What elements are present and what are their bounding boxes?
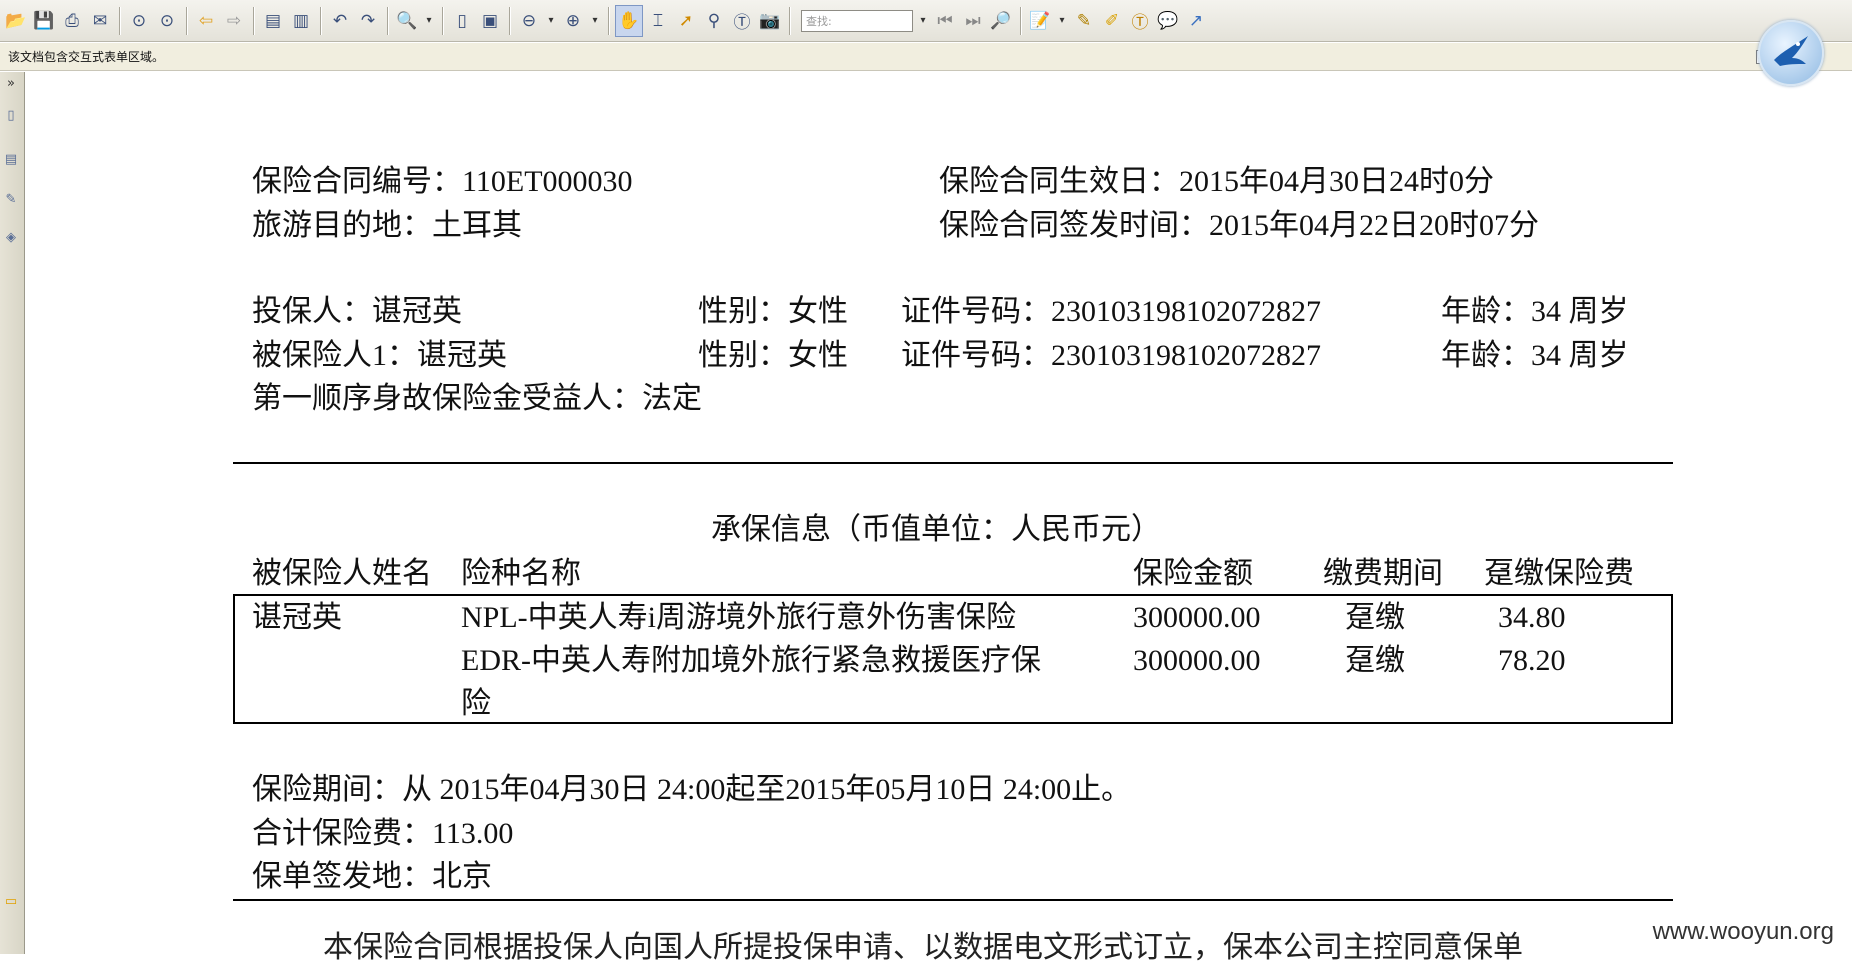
row1-product: NPL-中英人寿i周游境外旅行意外伤害保险 <box>461 601 1016 634</box>
toolbar-separator <box>608 6 609 35</box>
pdf-document-page: 保险合同编号：110ET000030 保险合同生效日：2015年04月30日24… <box>25 72 1852 964</box>
chevron-down-icon[interactable]: ▾ <box>1055 6 1069 36</box>
watermark: www.wooyun.org <box>1648 918 1838 946</box>
navigation-panel-rail: » ▯ ▤ ✎ ◈ ▭ <box>0 72 25 954</box>
zoom-in-icon[interactable]: 🔍 <box>394 6 420 36</box>
terms-paragraph: 本保险合同根据投保人向国人所提投保申请、以数据电文形式订立，保本公司主控同意保单 <box>323 931 1523 964</box>
save-icon[interactable]: 💾 <box>31 6 57 36</box>
next-page-icon[interactable]: ⊙ <box>154 6 180 36</box>
chevron-down-icon[interactable]: ▾ <box>422 6 436 36</box>
search-options-icon[interactable]: 🔎 <box>988 6 1014 36</box>
row1-premium: 34.80 <box>1498 601 1566 634</box>
header-payment-period: 缴费期间 <box>1323 557 1443 590</box>
row1-amount: 300000.00 <box>1133 601 1261 634</box>
bird-logo-icon <box>1758 20 1824 86</box>
prev-page-icon[interactable]: ⊙ <box>126 6 152 36</box>
contract-number: 保险合同编号：110ET000030 <box>252 165 633 198</box>
text-select-icon[interactable]: Ⓣ <box>729 6 755 36</box>
toolbar-separator <box>253 6 254 35</box>
chevron-down-icon[interactable]: ▾ <box>588 6 602 36</box>
divider-line <box>233 462 1673 464</box>
insurance-period: 保险期间：从 2015年04月30日 24:00起至2015年05月10日 24… <box>252 773 1132 806</box>
hand-tool-icon[interactable]: ✋ <box>615 4 643 37</box>
toolbar-separator <box>387 6 388 35</box>
effective-date: 保险合同生效日：2015年04月30日24时0分 <box>939 165 1494 198</box>
highlight-icon[interactable]: ✐ <box>1099 6 1125 36</box>
insured-gender: 性别：女性 <box>698 339 848 372</box>
search-prev-icon[interactable]: ⏮ <box>932 6 958 36</box>
form-info-bar: 该文档包含交互式表单区域。 <box>0 43 1852 71</box>
destination: 旅游目的地：土耳其 <box>252 209 522 242</box>
select-arrow-icon[interactable]: ➚ <box>673 6 699 36</box>
back-icon[interactable]: ⇦ <box>193 6 219 36</box>
print-icon[interactable]: ⎙ <box>59 6 85 36</box>
form-info-message: 该文档包含交互式表单区域。 <box>8 50 165 64</box>
toolbar-separator <box>320 6 321 35</box>
issue-time: 保险合同签发时间：2015年04月22日20时07分 <box>939 209 1539 242</box>
row2-period: 趸缴 <box>1345 644 1405 677</box>
select-text-icon[interactable]: ⌶ <box>645 6 671 36</box>
row2-amount: 300000.00 <box>1133 644 1261 677</box>
row2-premium: 78.20 <box>1498 644 1566 677</box>
redo-icon[interactable]: ↷ <box>355 6 381 36</box>
toolbar-separator <box>509 6 510 35</box>
page-layout-icon[interactable]: ▤ <box>260 6 286 36</box>
row2-product: EDR-中英人寿附加境外旅行紧急救援医疗保 <box>461 644 1041 677</box>
email-icon[interactable]: ✉ <box>87 6 113 36</box>
undo-icon[interactable]: ↶ <box>327 6 353 36</box>
toolbar-separator <box>1020 6 1021 35</box>
total-premium: 合计保险费：113.00 <box>252 817 514 850</box>
zoom-plus-icon[interactable]: ⊕ <box>560 6 586 36</box>
header-product-name: 险种名称 <box>461 557 581 590</box>
row2-product-cont: 险 <box>461 687 491 720</box>
toolbar-separator <box>186 6 187 35</box>
fit-page-icon[interactable]: ▯ <box>449 6 475 36</box>
policyholder-name: 投保人：谌冠英 <box>252 295 462 328</box>
insured-name: 被保险人1：谌冠英 <box>252 339 507 372</box>
zoom-out-icon[interactable]: ⊖ <box>516 6 542 36</box>
toolbar-separator <box>119 6 120 35</box>
row1-period: 趸缴 <box>1345 601 1405 634</box>
issue-place: 保单签发地：北京 <box>252 860 492 893</box>
layers-panel-icon[interactable]: ◈ <box>2 228 20 246</box>
beneficiary: 第一顺序身故保险金受益人：法定 <box>252 382 702 415</box>
insured-id: 证件号码：230103198102072827 <box>901 339 1321 372</box>
forward-icon[interactable]: ⇨ <box>221 6 247 36</box>
note-icon[interactable]: 💬 <box>1155 6 1181 36</box>
insured-age: 年龄：34 周岁 <box>1441 339 1629 372</box>
pages-panel-icon[interactable]: ▯ <box>2 106 20 124</box>
search-next-icon[interactable]: ⏭ <box>960 6 986 36</box>
toolbar-separator <box>442 6 443 35</box>
divider-line <box>233 899 1673 901</box>
policyholder-age: 年龄：34 周岁 <box>1441 295 1629 328</box>
coverage-title: 承保信息（币值单位：人民币元） <box>711 513 1161 546</box>
chevron-down-icon[interactable]: ▾ <box>916 6 930 36</box>
main-toolbar: 📂 💾 ⎙ ✉ ⊙ ⊙ ⇦ ⇨ ▤ ▥ ↶ ↷ 🔍 ▾ ▯ ▣ ⊖ ▾ ⊕ ▾ … <box>0 0 1852 42</box>
arrow-tool-icon[interactable]: ↗ <box>1183 6 1209 36</box>
annotate-icon[interactable]: ✎ <box>1071 6 1097 36</box>
policyholder-gender: 性别：女性 <box>698 295 848 328</box>
policyholder-id: 证件号码：230103198102072827 <box>901 295 1321 328</box>
fit-width-icon[interactable]: ▣ <box>477 6 503 36</box>
header-single-premium: 趸缴保险费 <box>1484 557 1634 590</box>
toolbar-separator <box>789 6 790 35</box>
open-folder-icon[interactable]: 📂 <box>3 6 29 36</box>
expand-panel-icon[interactable]: » <box>2 74 20 92</box>
chevron-down-icon[interactable]: ▾ <box>544 6 558 36</box>
text-box-icon[interactable]: Ⓣ <box>1127 6 1153 36</box>
bookmarks-panel-icon[interactable]: ▤ <box>2 150 20 168</box>
table-insured-name: 谌冠英 <box>252 601 342 634</box>
binoculars-icon[interactable]: ⚲ <box>701 6 727 36</box>
snapshot-icon[interactable]: 📷 <box>757 6 783 36</box>
two-page-icon[interactable]: ▥ <box>288 6 314 36</box>
header-insured-name: 被保险人姓名 <box>252 557 432 590</box>
header-sum-insured: 保险金额 <box>1133 557 1253 590</box>
comment-icon[interactable]: 📝 <box>1027 6 1053 36</box>
comments-panel-icon[interactable]: ▭ <box>2 892 20 910</box>
attachments-panel-icon[interactable]: ✎ <box>2 190 20 208</box>
search-input[interactable]: 查找: <box>801 9 913 32</box>
